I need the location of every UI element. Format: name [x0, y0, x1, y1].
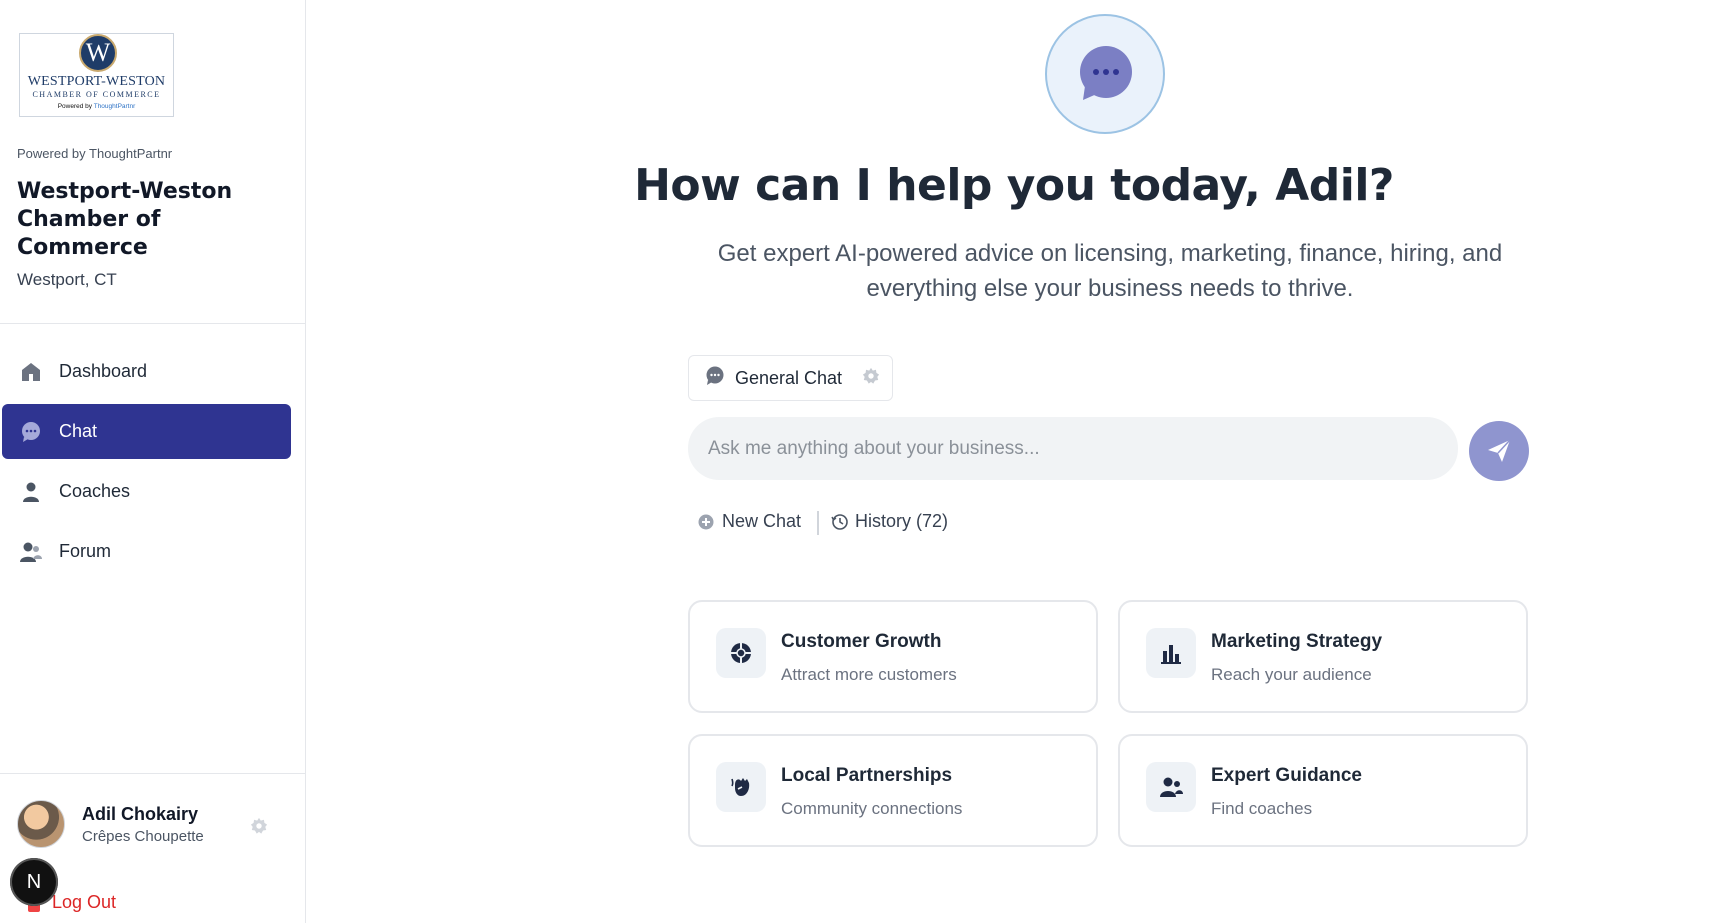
logout-button[interactable]: Log Out [52, 892, 116, 913]
user-name: Adil Chokairy [82, 804, 199, 824]
gear-icon[interactable] [862, 367, 880, 390]
bar-chart-icon [1146, 628, 1196, 678]
card-local-partnerships[interactable]: Local Partnerships Community connections [688, 734, 1098, 847]
powered-by-text: Powered by ThoughtPartnr [17, 146, 173, 161]
handshake-icon [716, 762, 766, 812]
card-subtitle: Community connections [781, 799, 963, 818]
card-title: Marketing Strategy [1211, 631, 1383, 652]
sidebar-footer-divider [0, 773, 305, 774]
org-name: Westport-Weston Chamber of Commerce [17, 179, 233, 260]
chat-bubble-icon [19, 420, 43, 444]
card-subtitle: Attract more customers [781, 665, 957, 684]
target-icon [716, 628, 766, 678]
gear-icon[interactable] [250, 817, 268, 835]
avatar[interactable] [17, 800, 65, 848]
nav-label-forum: Forum [59, 541, 112, 561]
plus-circle-icon [698, 514, 714, 529]
sidebar-divider [0, 323, 305, 324]
users-icon [1146, 762, 1196, 812]
person-icon [19, 480, 43, 504]
logo-emblem: W [79, 34, 117, 72]
send-button[interactable] [1469, 421, 1529, 481]
logo-powered-prefix: Powered by [57, 103, 94, 110]
action-separator [817, 511, 819, 535]
nav-item-chat[interactable]: Chat [2, 404, 291, 459]
history-button[interactable]: History (72) [831, 511, 948, 532]
chat-bubble-icon [705, 366, 725, 391]
page-title: How can I help you today, Adil? [634, 160, 1394, 211]
sidebar: W WESTPORT-WESTON CHAMBER OF COMMERCE Po… [0, 0, 306, 923]
chat-bubble-icon [1080, 46, 1132, 100]
org-location: Westport, CT [17, 270, 117, 289]
chat-input[interactable] [688, 417, 1458, 480]
logo-line-2: CHAMBER OF COMMERCE [32, 90, 161, 99]
card-subtitle: Find coaches [1211, 799, 1313, 818]
logo-line-1: WESTPORT-WESTON [27, 74, 166, 89]
people-icon [19, 540, 43, 564]
card-customer-growth[interactable]: Customer Growth Attract more customers [688, 600, 1098, 713]
chat-mode-label: General Chat [735, 367, 843, 388]
home-icon [19, 360, 43, 384]
user-business: Crêpes Choupette [82, 828, 204, 845]
nav-label-coaches: Coaches [59, 481, 131, 501]
chat-mode-selector[interactable]: General Chat [688, 355, 893, 401]
nav-item-forum[interactable]: Forum [2, 524, 291, 579]
logo-brand: ThoughtPartnr [93, 103, 136, 110]
nav-label-dashboard: Dashboard [59, 361, 148, 381]
send-icon [1488, 439, 1511, 462]
hero-chat-icon [1045, 14, 1165, 134]
card-title: Customer Growth [781, 631, 942, 652]
card-title: Expert Guidance [1211, 765, 1362, 786]
new-chat-label: New Chat [722, 511, 802, 531]
history-icon [831, 513, 848, 530]
chamber-logo[interactable]: W WESTPORT-WESTON CHAMBER OF COMMERCE Po… [19, 33, 174, 117]
nav-item-dashboard[interactable]: Dashboard [2, 344, 291, 399]
card-expert-guidance[interactable]: Expert Guidance Find coaches [1118, 734, 1528, 847]
history-label: History (72) [855, 511, 949, 531]
card-title: Local Partnerships [781, 765, 953, 786]
page-subtitle: Get expert AI-powered advice on licensin… [717, 240, 1503, 302]
nav-item-coaches[interactable]: Coaches [2, 464, 291, 519]
card-marketing-strategy[interactable]: Marketing Strategy Reach your audience [1118, 600, 1528, 713]
new-chat-button[interactable]: New Chat [698, 511, 801, 532]
dev-badge[interactable]: N [10, 858, 58, 906]
card-subtitle: Reach your audience [1211, 665, 1372, 684]
nav-label-chat: Chat [59, 421, 98, 441]
logo-line-3: Powered by ThoughtPartnr [20, 103, 173, 110]
